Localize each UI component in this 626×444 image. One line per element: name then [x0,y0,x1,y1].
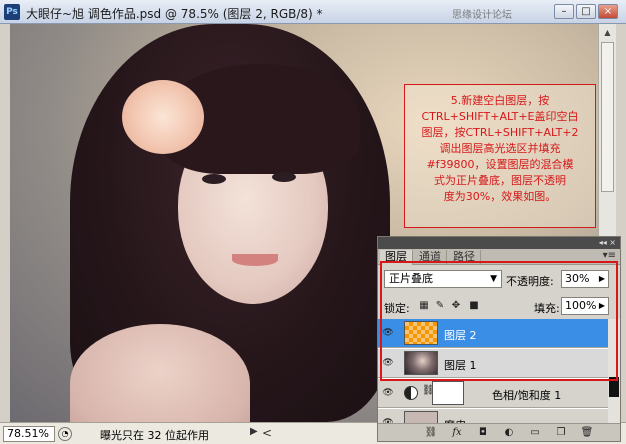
highlight-frame [380,261,618,381]
layer-name: 色相/饱和度 1 [492,389,562,402]
site-watermark: 思缘设计论坛 [452,10,512,21]
tutorial-annotation: 5.新建空白图层，按 CTRL+SHIFT+ALT+E盖印空白 图层，按CTRL… [404,84,596,228]
minimize-button[interactable]: – [554,4,574,19]
photo-lips [232,254,278,266]
layer-mask-thumbnail [432,381,464,405]
adjustment-layer-icon [404,386,418,400]
panel-menu-icon[interactable]: ▾≡ [603,250,616,261]
photoshop-logo-icon: Ps [4,4,20,20]
hscroll-left-icon[interactable]: < [262,426,272,440]
zoom-field[interactable]: 78.51% [3,426,55,442]
panel-bottom-toolbar: ⛓ fx ◘ ◐ ▭ ❐ 🗑 [378,423,620,441]
new-adjustment-icon[interactable]: ◐ [502,426,516,440]
add-mask-icon[interactable]: ◘ [476,426,490,440]
panel-collapse-icon[interactable]: ◂◂ × [378,237,620,249]
new-group-folder-icon[interactable]: ▭ [528,426,542,440]
link-layers-icon[interactable]: ⛓ [424,426,438,440]
visibility-eye-icon[interactable]: 👁 [380,416,396,423]
visibility-eye-icon[interactable]: 👁 [380,386,396,400]
annotation-text: 5.新建空白图层，按 CTRL+SHIFT+ALT+E盖印空白 图层，按CTRL… [421,94,579,203]
photo-eye-left [202,174,226,184]
close-button[interactable]: × [598,4,618,19]
layer-row-hue-saturation[interactable]: 👁 ⛓ 色相/饱和度 1 [378,379,608,408]
new-layer-icon[interactable]: ❐ [554,426,568,440]
maximize-button[interactable]: □ [576,4,596,19]
status-info-icon[interactable]: ◔ [58,427,72,441]
document-title: 大眼仔~旭 调色作品.psd @ 78.5% (图层 2, RGB/8) * [26,7,323,21]
layer-thumbnail [404,411,438,423]
title-bar: Ps 大眼仔~旭 调色作品.psd @ 78.5% (图层 2, RGB/8) … [0,0,626,24]
layer-row-mopi[interactable]: 👁 磨皮 [378,409,608,423]
layer-style-fx-icon[interactable]: fx [450,426,464,440]
photo-eye-right [272,172,296,182]
scroll-up-icon[interactable]: ▲ [601,26,614,40]
photo-flower [122,80,204,154]
status-menu-arrow-icon[interactable]: ▶ [250,426,258,437]
scrollbar-thumb[interactable] [601,42,614,192]
status-message: 曝光只在 32 位起作用 [100,429,209,442]
delete-layer-trash-icon[interactable]: 🗑 [580,426,594,440]
